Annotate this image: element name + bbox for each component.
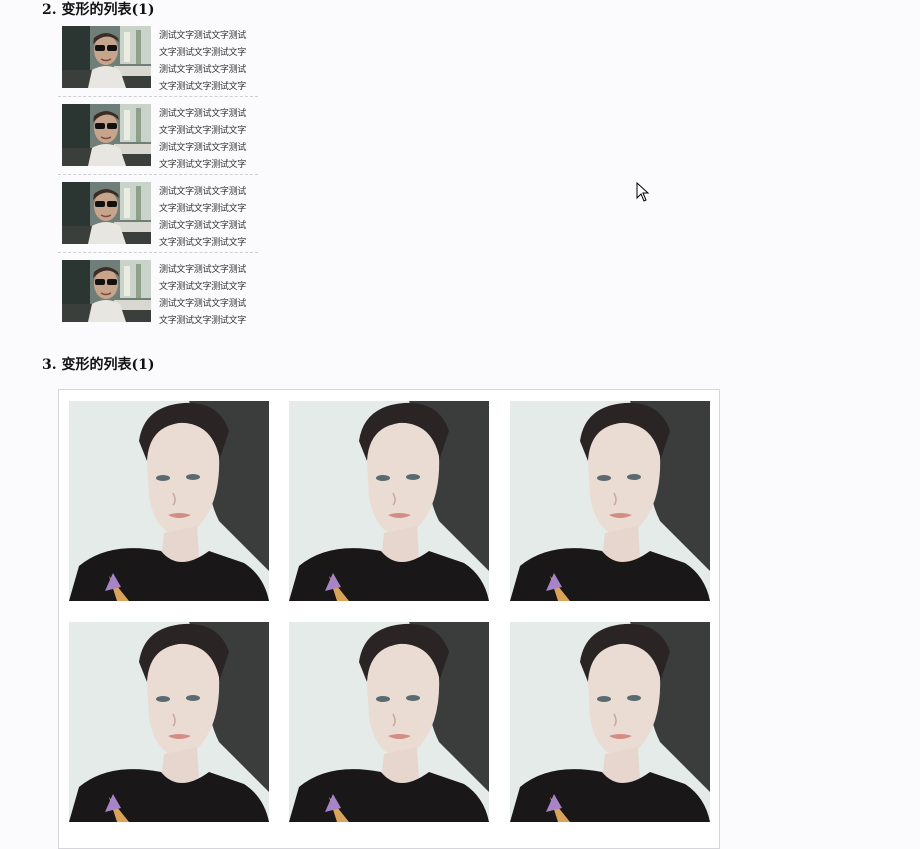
item-divider xyxy=(58,174,258,175)
thumbnail-list: 测试文字测试文字测试文字测试文字测试文字测试文字测试文字测试文字测试文字测试文字… xyxy=(58,26,258,338)
photo-tile[interactable] xyxy=(510,622,710,822)
section-3-heading: 3. 变形的列表(1) xyxy=(42,357,155,373)
item-divider xyxy=(58,96,258,97)
item-description: 测试文字测试文字测试文字测试文字测试文字测试文字测试文字测试文字测试文字测试文字 xyxy=(159,265,247,326)
thumbnail-image[interactable] xyxy=(62,182,151,244)
photo-tile[interactable] xyxy=(289,401,489,601)
item-description: 测试文字测试文字测试文字测试文字测试文字测试文字测试文字测试文字测试文字测试文字 xyxy=(159,187,247,248)
thumbnail-image[interactable] xyxy=(62,26,151,88)
list-item[interactable]: 测试文字测试文字测试文字测试文字测试文字测试文字测试文字测试文字测试文字测试文字 xyxy=(58,182,258,260)
photo-grid xyxy=(58,389,720,849)
thumbnail-image[interactable] xyxy=(62,104,151,166)
list-item[interactable]: 测试文字测试文字测试文字测试文字测试文字测试文字测试文字测试文字测试文字测试文字 xyxy=(58,260,258,338)
section-2-heading: 2. 变形的列表(1) xyxy=(42,2,155,18)
thumbnail-image[interactable] xyxy=(62,260,151,322)
mouse-pointer-icon xyxy=(636,182,650,202)
photo-tile[interactable] xyxy=(510,401,710,601)
item-description: 测试文字测试文字测试文字测试文字测试文字测试文字测试文字测试文字测试文字测试文字 xyxy=(159,31,247,92)
photo-tile[interactable] xyxy=(289,622,489,822)
photo-tile[interactable] xyxy=(69,401,269,601)
list-item[interactable]: 测试文字测试文字测试文字测试文字测试文字测试文字测试文字测试文字测试文字测试文字 xyxy=(58,104,258,182)
item-description: 测试文字测试文字测试文字测试文字测试文字测试文字测试文字测试文字测试文字测试文字 xyxy=(159,109,247,170)
photo-tile[interactable] xyxy=(69,622,269,822)
list-item[interactable]: 测试文字测试文字测试文字测试文字测试文字测试文字测试文字测试文字测试文字测试文字 xyxy=(58,26,258,104)
item-divider xyxy=(58,252,258,253)
